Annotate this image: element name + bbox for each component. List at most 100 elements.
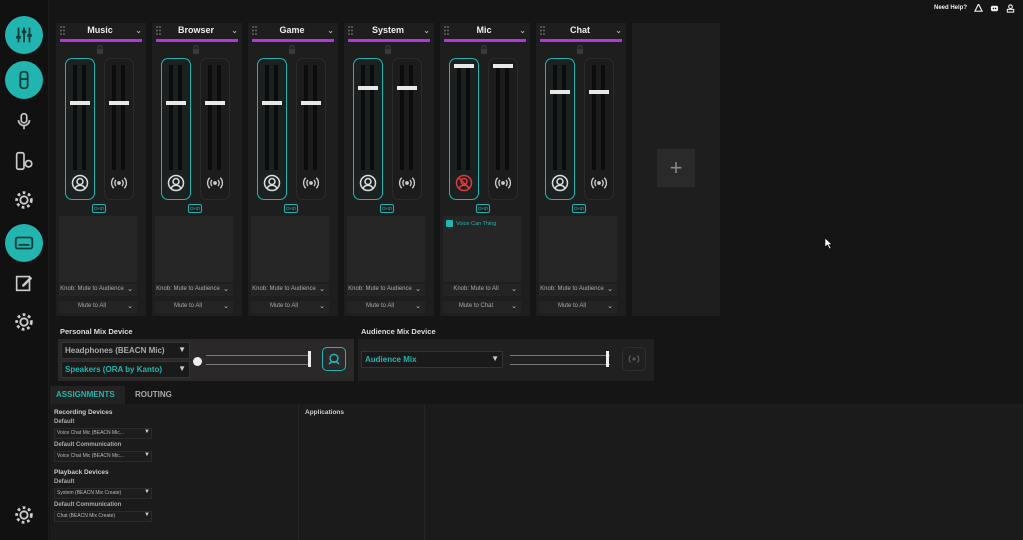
personal-fader[interactable] xyxy=(353,58,383,200)
playback-default-select[interactable]: System (BEACN Mix Create) ▼ xyxy=(54,488,152,499)
ohd-badge[interactable]: OHD xyxy=(572,204,586,213)
mixer-nav-button[interactable] xyxy=(5,16,43,54)
chevron-down-icon[interactable]: ⌄ xyxy=(615,26,622,35)
personal-fader-knob[interactable] xyxy=(166,101,186,106)
personal-fader-knob[interactable] xyxy=(262,101,282,106)
effects-nav-button[interactable] xyxy=(5,142,43,180)
audience-fader[interactable] xyxy=(392,58,422,200)
knob-action-select[interactable]: Knob: Mute to Audience ⌄ xyxy=(155,284,233,296)
drag-handle-icon[interactable] xyxy=(540,26,546,35)
chevron-down-icon[interactable]: ⌄ xyxy=(231,26,238,35)
audience-fader-knob[interactable] xyxy=(301,101,321,106)
chevron-down-icon[interactable]: ⌄ xyxy=(327,26,334,35)
audience-volume-slider[interactable] xyxy=(510,355,610,365)
audience-fader-knob[interactable] xyxy=(109,101,129,106)
drag-handle-icon[interactable] xyxy=(156,26,162,35)
drag-handle-icon[interactable] xyxy=(252,26,258,35)
chevron-down-icon[interactable]: ⌄ xyxy=(135,26,142,35)
personal-volume-slider[interactable] xyxy=(206,355,310,365)
knob-action-select[interactable]: Knob: Mute to Audience ⌄ xyxy=(539,284,617,296)
mute-action-select[interactable]: Mute to All ⌄ xyxy=(59,301,137,313)
drag-handle-icon[interactable] xyxy=(60,26,66,35)
audience-broadcast-button[interactable] xyxy=(622,347,646,371)
mute-action-select[interactable]: Mute to All ⌄ xyxy=(347,301,425,313)
knob-action-select[interactable]: Knob: Mute to Audience ⌄ xyxy=(251,284,329,296)
hardware-nav-button[interactable] xyxy=(5,224,43,262)
audience-fader-knob[interactable] xyxy=(589,90,609,95)
muted-headphones-icon[interactable] xyxy=(455,174,473,192)
personal-volume-handle[interactable] xyxy=(308,351,311,367)
audience-fader[interactable] xyxy=(296,58,326,200)
audience-fader-knob[interactable] xyxy=(397,86,417,91)
tab-assignments[interactable]: ASSIGNMENTS xyxy=(50,386,125,404)
chevron-down-icon[interactable]: ⌄ xyxy=(519,26,526,35)
personal-fader-knob[interactable] xyxy=(70,101,90,106)
personal-monitor-button[interactable] xyxy=(322,347,346,371)
chevron-down-icon[interactable]: ⌄ xyxy=(423,26,430,35)
personal-fader[interactable] xyxy=(161,58,191,200)
personal-fader[interactable] xyxy=(449,58,479,200)
personal-fader[interactable] xyxy=(65,58,95,200)
headphones-icon[interactable] xyxy=(263,174,281,192)
broadcast-icon[interactable] xyxy=(206,174,224,192)
recording-comm-select[interactable]: Voice Chat Mic (BEACN Mic... ▼ xyxy=(54,451,152,462)
audience-fader-knob[interactable] xyxy=(205,101,225,106)
personal-fader[interactable] xyxy=(545,58,575,200)
need-help-link[interactable]: Need Help? xyxy=(934,5,967,11)
broadcast-icon[interactable] xyxy=(302,174,320,192)
personal-link-dot[interactable] xyxy=(193,357,202,366)
headphones-device-select[interactable]: Headphones (BEACN Mic) ▼ xyxy=(61,342,190,359)
broadcast-icon[interactable] xyxy=(494,174,512,192)
mic-nav-button[interactable] xyxy=(5,102,43,140)
knob-action-select[interactable]: Knob: Mute to Audience ⌄ xyxy=(347,284,425,296)
ohd-badge[interactable]: OHD xyxy=(188,204,202,213)
gear-nav-button-2[interactable] xyxy=(5,303,43,341)
knob-action-select[interactable]: Knob: Mute to All ⌄ xyxy=(443,284,521,296)
edit-nav-button[interactable] xyxy=(5,264,43,302)
link-lock-icon[interactable] xyxy=(384,45,392,54)
audience-fader[interactable] xyxy=(200,58,230,200)
drag-handle-icon[interactable] xyxy=(444,26,450,35)
device-nav-button[interactable] xyxy=(5,61,43,99)
audience-fader-knob[interactable] xyxy=(493,64,513,68)
headphones-icon[interactable] xyxy=(167,174,185,192)
account-icon[interactable] xyxy=(1006,3,1015,13)
link-lock-icon[interactable] xyxy=(288,45,296,54)
headphones-icon[interactable] xyxy=(359,174,377,192)
audience-fader[interactable] xyxy=(104,58,134,200)
broadcast-icon[interactable] xyxy=(110,174,128,192)
drag-handle-icon[interactable] xyxy=(348,26,354,35)
personal-fader-knob[interactable] xyxy=(550,90,570,95)
voice-tag[interactable]: Voice Can Thing xyxy=(446,220,496,227)
link-lock-icon[interactable] xyxy=(96,45,104,54)
audience-fader[interactable] xyxy=(584,58,614,200)
audience-device-select[interactable]: Audience Mix ▼ xyxy=(361,351,503,368)
audience-fader[interactable] xyxy=(488,58,518,200)
mute-action-select[interactable]: Mute to All ⌄ xyxy=(539,301,617,313)
broadcast-icon[interactable] xyxy=(590,174,608,192)
link-lock-icon[interactable] xyxy=(480,45,488,54)
knob-action-select[interactable]: Knob: Mute to Audience ⌄ xyxy=(59,284,137,296)
broadcast-icon[interactable] xyxy=(398,174,416,192)
add-channel-button[interactable]: + xyxy=(657,149,695,187)
link-lock-icon[interactable] xyxy=(192,45,200,54)
mute-action-select[interactable]: Mute to Chat ⌄ xyxy=(443,301,521,313)
personal-fader-knob[interactable] xyxy=(454,64,474,68)
link-lock-icon[interactable] xyxy=(576,45,584,54)
recording-default-select[interactable]: Voice Chat Mic (BEACN Mic... ▼ xyxy=(54,428,152,439)
mute-action-select[interactable]: Mute to All ⌄ xyxy=(155,301,233,313)
mute-action-select[interactable]: Mute to All ⌄ xyxy=(251,301,329,313)
audience-volume-handle[interactable] xyxy=(606,351,609,367)
ohd-badge[interactable]: OHD xyxy=(284,204,298,213)
beacn-logo-icon[interactable] xyxy=(974,3,983,13)
headphones-icon[interactable] xyxy=(551,174,569,192)
gear-nav-button-1[interactable] xyxy=(5,181,43,219)
speakers-device-select[interactable]: Speakers (ORA by Kanto) ▼ xyxy=(61,361,190,378)
tab-routing-table[interactable]: ROUTING TABLE xyxy=(129,386,178,417)
discord-icon[interactable] xyxy=(990,4,999,13)
ohd-badge[interactable]: OHD xyxy=(92,204,106,213)
settings-nav-button[interactable] xyxy=(5,496,43,534)
personal-fader-knob[interactable] xyxy=(358,86,378,91)
playback-comm-select[interactable]: Chat (BEACN Mix Create) ▼ xyxy=(54,511,152,522)
ohd-badge[interactable]: OHD xyxy=(380,204,394,213)
